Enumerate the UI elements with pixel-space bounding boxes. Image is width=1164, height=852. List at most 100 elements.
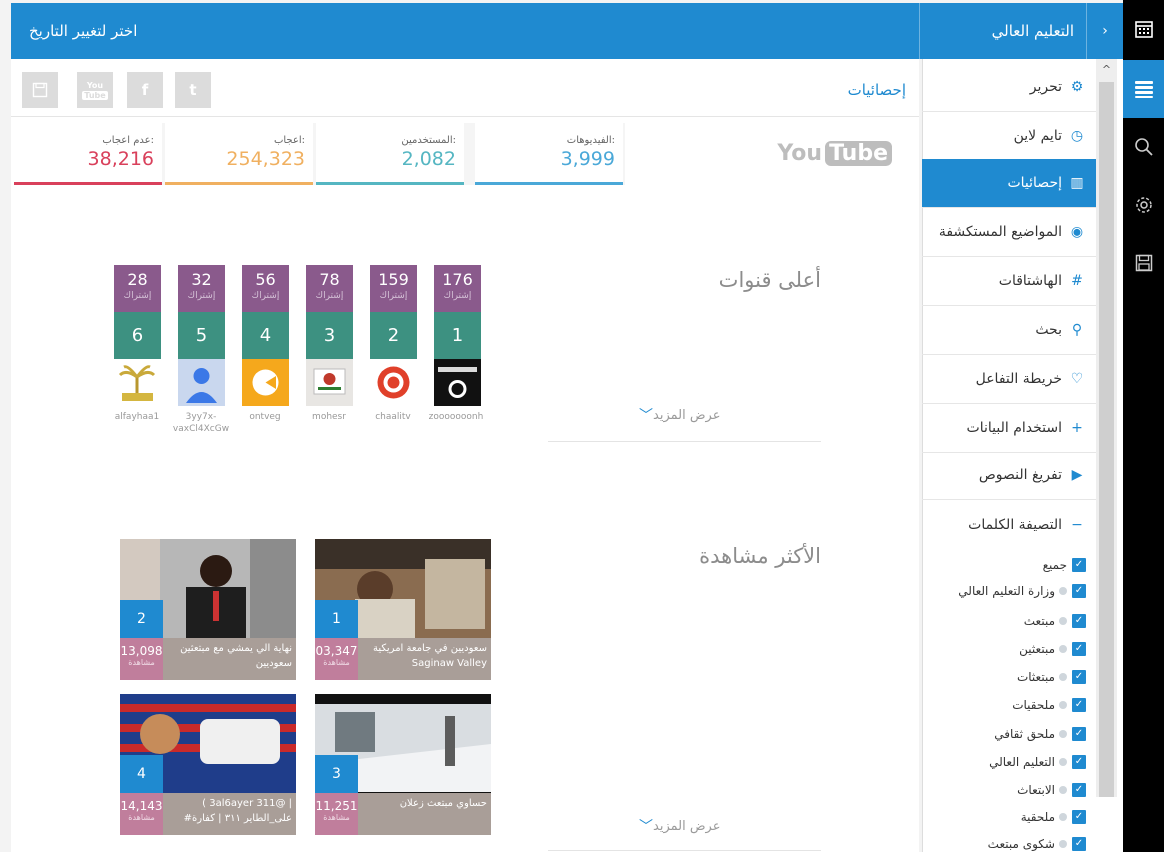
- counter-users: المستخدمين: 2,082: [316, 123, 464, 185]
- youtube-logo-box: You Tube: [625, 123, 918, 185]
- channel-subs: 176 إشتراك: [434, 265, 481, 312]
- page-title: إحصائيات: [847, 81, 906, 99]
- dot-icon: [1059, 730, 1067, 738]
- date-picker-button[interactable]: اختر لتغيير التاريخ: [29, 3, 137, 59]
- channel-rank: 1: [434, 312, 481, 359]
- video-card[interactable]: 2 13,098 مشاهدة نهاية الي يمشي مع مبتعثين…: [120, 539, 296, 680]
- video-views: 11,251 مشاهدة: [315, 793, 358, 835]
- save-share-button[interactable]: [22, 72, 58, 108]
- counter-dislikes: عدم اعجاب: 38,216: [14, 123, 162, 185]
- checkbox-checked-icon[interactable]: ✓: [1072, 670, 1086, 684]
- hashtag-icon: #: [1071, 273, 1083, 289]
- channel-name: alfayhaa1: [114, 412, 160, 422]
- most-viewed-title: الأكثر مشاهدة: [699, 544, 821, 568]
- dot-icon: [1059, 813, 1067, 821]
- clock-icon: ◷: [1070, 128, 1084, 144]
- scrollbar-thumb[interactable]: [1099, 82, 1114, 797]
- video-card[interactable]: 4 14,143 مشاهدة ( 3al6ayer 311@ | #على_ال…: [120, 694, 296, 835]
- sidebar-item-topics[interactable]: المواضيع المستكشفة ◉: [922, 208, 1096, 257]
- checkbox-checked-icon[interactable]: ✓: [1072, 584, 1086, 598]
- channel-rank: 3: [306, 312, 353, 359]
- category-item[interactable]: شكوى مبتعث ✓: [922, 832, 1096, 852]
- checkbox-checked-icon[interactable]: ✓: [1072, 810, 1086, 824]
- checkbox-checked-icon[interactable]: ✓: [1072, 558, 1086, 572]
- minus-icon: −: [1071, 516, 1083, 533]
- video-title: ( 3al6ayer 311@ | #على_الطاير ٣١١ | كفار…: [183, 798, 292, 824]
- video-rank: 2: [120, 600, 163, 638]
- default-avatar-icon: [178, 359, 225, 406]
- save-icon[interactable]: [1123, 234, 1164, 292]
- category-item[interactable]: مبتعثات ✓: [922, 665, 1096, 689]
- checkbox-checked-icon[interactable]: ✓: [1072, 614, 1086, 628]
- checkbox-checked-icon[interactable]: ✓: [1072, 783, 1086, 797]
- channel-rank: 6: [114, 312, 161, 359]
- chevron-down-icon: ﹀: [639, 408, 653, 424]
- calendar-icon[interactable]: [1123, 0, 1164, 58]
- dot-icon: [1059, 645, 1067, 653]
- section-divider: [548, 441, 821, 442]
- sidebar-item-edit[interactable]: تحرير ⚙: [922, 63, 1096, 112]
- category-item[interactable]: مبتعثين ✓: [922, 637, 1096, 661]
- category-item[interactable]: ملحقيات ✓: [922, 693, 1096, 717]
- top-header: › التعليم العالي اختر لتغيير التاريخ: [11, 3, 1123, 59]
- palm-tree-icon: [114, 359, 161, 406]
- header-divider: [919, 3, 920, 59]
- category-all[interactable]: جميع ✓: [922, 553, 1096, 577]
- channel-avatar: [242, 359, 289, 406]
- gear-icon[interactable]: [1123, 176, 1164, 234]
- twitter-share-button[interactable]: t: [175, 72, 211, 108]
- chevron-right-icon[interactable]: ›: [1086, 3, 1123, 59]
- checkbox-checked-icon[interactable]: ✓: [1072, 727, 1086, 741]
- top-channels-more-link[interactable]: ﹀ عرض المزيد: [630, 405, 720, 425]
- video-card[interactable]: 1 03,347 مشاهدة سعوديين في جامعة امريكية …: [315, 539, 491, 680]
- channel-subs: 159 إشتراك: [370, 265, 417, 312]
- top-channels-title: أعلى قنوات: [718, 268, 821, 292]
- map-pin-icon: ♡: [1070, 371, 1084, 387]
- search-icon[interactable]: [1123, 118, 1164, 176]
- youtube-logo: You Tube: [777, 141, 892, 166]
- sidebar-item-word-filter[interactable]: التصيفة الكلمات −: [922, 500, 1096, 549]
- category-item[interactable]: الابتعاث ✓: [922, 778, 1096, 802]
- channel-name: zooooooonh: [428, 412, 484, 422]
- video-views: 13,098 مشاهدة: [120, 638, 163, 680]
- checkbox-checked-icon[interactable]: ✓: [1072, 698, 1086, 712]
- most-viewed-more-link[interactable]: ﹀ عرض المزيد: [630, 816, 720, 836]
- video-rank: 1: [315, 600, 358, 638]
- category-item[interactable]: التعليم العالي ✓: [922, 750, 1096, 774]
- sidebar-item-data-usage[interactable]: استخدام البيانات +: [922, 404, 1096, 453]
- sidebar-item-hashtags[interactable]: الهاشتاقات #: [922, 257, 1096, 306]
- sidebar-item-transcripts[interactable]: تفريغ النصوص ▶: [922, 451, 1096, 500]
- dot-icon: [1059, 840, 1067, 848]
- sidebar-item-search[interactable]: بحث ⚲: [922, 306, 1096, 355]
- chevron-up-icon[interactable]: ^: [1099, 63, 1114, 79]
- channel-name: chaalitv: [375, 412, 411, 422]
- channel-avatar: [370, 359, 417, 406]
- category-item[interactable]: ملحقية ✓: [922, 805, 1096, 829]
- sidebar-item-timeline[interactable]: تايم لاين ◷: [922, 112, 1096, 161]
- facebook-share-button[interactable]: f: [127, 72, 163, 108]
- category-item[interactable]: وزارة التعليم العالي ✓: [922, 579, 1096, 603]
- sidebar-item-interaction-map[interactable]: خريطة التفاعل ♡: [922, 355, 1096, 404]
- gear-icon: ⚙: [1070, 79, 1084, 95]
- counters-row: You Tube الفيديوهات: 3,999 المستخدمين: 2,…: [14, 123, 918, 185]
- channel-name: 3yy7x-vaxCl4XcGw: [172, 412, 230, 434]
- checkbox-checked-icon[interactable]: ✓: [1072, 837, 1086, 851]
- section-divider: [548, 850, 821, 851]
- dot-icon: [1059, 786, 1067, 794]
- channel-rank: 2: [370, 312, 417, 359]
- channel-rank: 4: [242, 312, 289, 359]
- sidebar-item-statistics[interactable]: إحصائيات ▥: [922, 159, 1096, 208]
- channel-avatar: [306, 359, 353, 406]
- channel-subs: 32 إشتراك: [178, 265, 225, 312]
- target-icon: ◉: [1070, 224, 1084, 240]
- youtube-icon: You: [86, 80, 104, 90]
- video-title: سعوديين في جامعة امريكية Saginaw Valley: [373, 643, 487, 669]
- checkbox-checked-icon[interactable]: ✓: [1072, 755, 1086, 769]
- menu-icon[interactable]: [1123, 60, 1164, 118]
- category-item[interactable]: مبتعث ✓: [922, 609, 1096, 633]
- youtube-share-button[interactable]: You Tube: [77, 72, 113, 108]
- search-icon: ⚲: [1071, 322, 1083, 338]
- video-card[interactable]: 3 11,251 مشاهدة حساوي مبتعث زعلان: [315, 694, 491, 835]
- category-item[interactable]: ملحق ثقافي ✓: [922, 722, 1096, 746]
- checkbox-checked-icon[interactable]: ✓: [1072, 642, 1086, 656]
